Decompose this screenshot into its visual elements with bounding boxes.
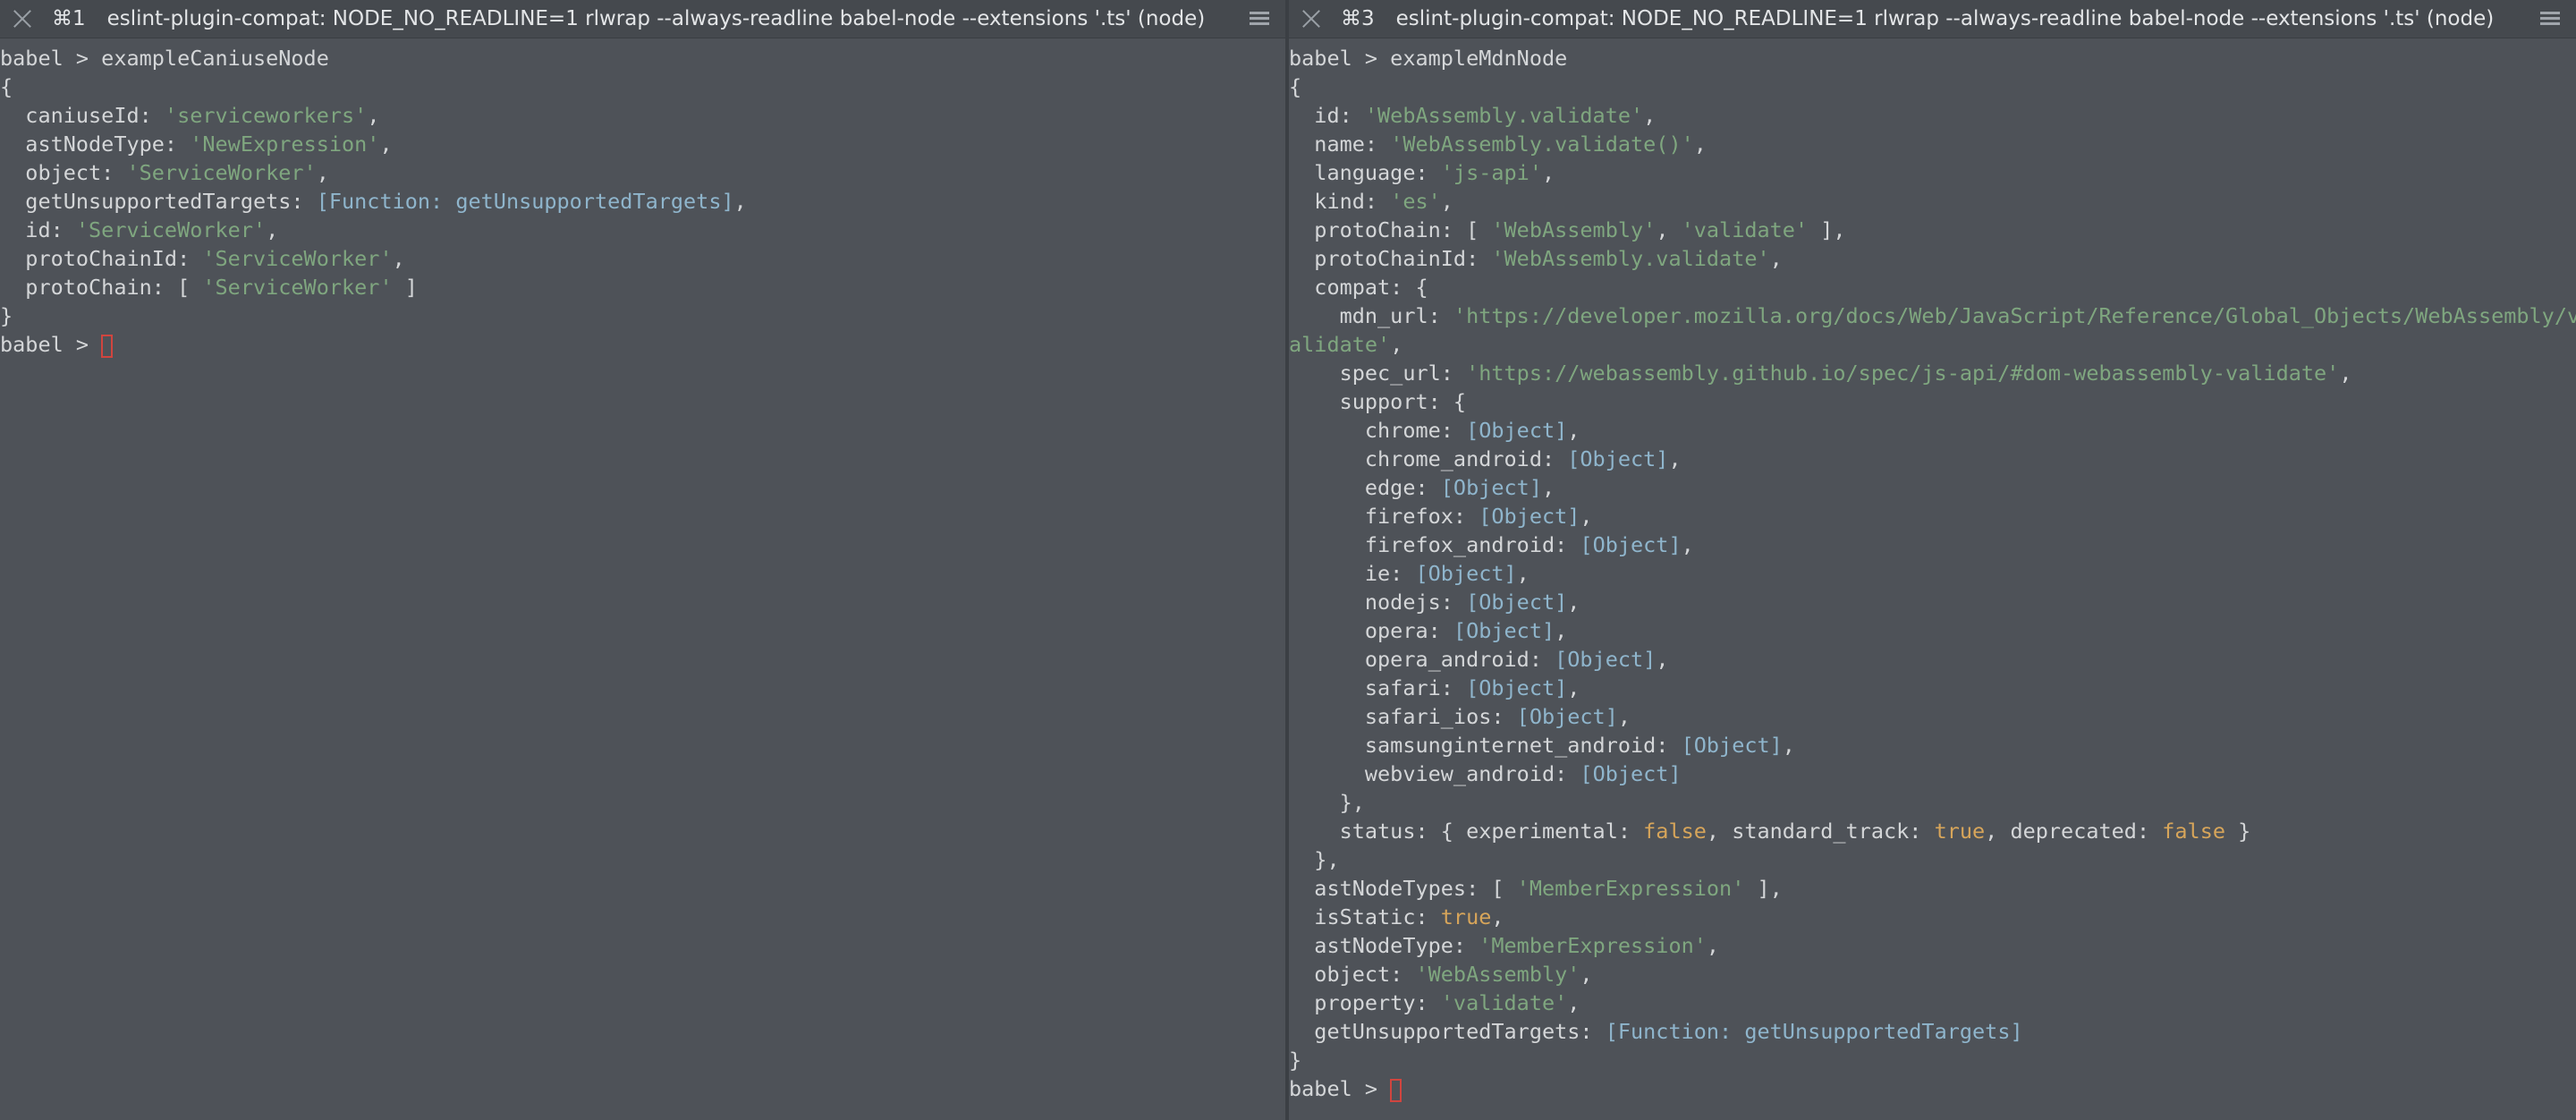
support-value: [Object] — [1580, 532, 1682, 557]
field-value: 'MemberExpression' — [1516, 876, 1745, 901]
support-entry: safari: [Object], — [1289, 675, 1580, 700]
support-value: [Object] — [1516, 704, 1618, 729]
field-value: true — [1934, 819, 1986, 844]
support-entry: webview_android: [Object] — [1289, 761, 1682, 786]
field-value: 'https://webassembly.github.io/spec/js-a… — [1466, 361, 2340, 386]
support-entry: opera_android: [Object], — [1289, 647, 1669, 672]
field-value: 'es' — [1390, 189, 1441, 214]
hamburger-menu-icon[interactable] — [1250, 12, 1269, 26]
field-value: 'WebAssembly.validate' — [1491, 246, 1770, 271]
support-entry: opera: [Object], — [1289, 618, 1568, 643]
terminal-output-left[interactable]: babel > exampleCaniuseNode { caniuseId: … — [0, 38, 1285, 359]
terminal-pane-left[interactable]: ⌘1 eslint-plugin-compat: NODE_NO_READLIN… — [0, 0, 1285, 1120]
field-value: 'https://developer.mozilla.org/docs/Web/… — [1453, 303, 2576, 328]
object-field: getUnsupportedTargets: [Function: getUns… — [0, 189, 747, 214]
support-value: [Object] — [1415, 561, 1517, 586]
field-value: 'WebAssembly.validate()' — [1390, 132, 1694, 157]
support-value: [Object] — [1466, 418, 1568, 443]
field-value: false — [2162, 819, 2225, 844]
prompt-input[interactable]: babel > — [1289, 1076, 1402, 1102]
support-entry: samsunginternet_android: [Object], — [1289, 733, 1795, 758]
field-value: 'validate' — [1440, 990, 1568, 1015]
support-value: [Object] — [1453, 618, 1555, 643]
tab-title: eslint-plugin-compat: NODE_NO_READLINE=1… — [106, 7, 1206, 30]
prompt-line: babel > exampleMdnNode — [1289, 46, 1568, 71]
field-value: 'validate' — [1681, 217, 1809, 242]
terminal-split-view: ⌘1 eslint-plugin-compat: NODE_NO_READLIN… — [0, 0, 2576, 1120]
support-entry: chrome: [Object], — [1289, 418, 1580, 443]
support-value: [Object] — [1479, 504, 1580, 529]
field-value: [Function: getUnsupportedTargets] — [1605, 1019, 2023, 1044]
object-field: protoChainId: 'ServiceWorker', — [0, 246, 405, 271]
field-value: alidate' — [1289, 332, 1391, 357]
field-value: 'WebAssembly' — [1415, 962, 1580, 987]
text-cursor — [1390, 1078, 1402, 1102]
support-entry: safari_ios: [Object], — [1289, 704, 1631, 729]
support-value: [Object] — [1466, 675, 1568, 700]
object-field: astNodeType: 'NewExpression', — [0, 132, 393, 157]
support-value: [Object] — [1440, 475, 1542, 500]
terminal-output-right[interactable]: babel > exampleMdnNode { id: 'WebAssembl… — [1289, 38, 2576, 1103]
support-entry: edge: [Object], — [1289, 475, 1555, 500]
text-cursor — [101, 334, 114, 358]
tab-title: eslint-plugin-compat: NODE_NO_READLINE=1… — [1395, 7, 2495, 30]
support-entry: ie: [Object], — [1289, 561, 1530, 586]
close-icon[interactable] — [1300, 7, 1323, 30]
support-entry: chrome_android: [Object], — [1289, 446, 1682, 471]
object-field: protoChain: [ 'ServiceWorker' ] — [0, 275, 418, 300]
field-value: 'WebAssembly.validate' — [1364, 103, 1644, 128]
field-value: 'MemberExpression' — [1479, 933, 1707, 958]
object-field: caniuseId: 'serviceworkers', — [0, 103, 380, 128]
tab-shortcut: ⌘1 — [52, 7, 86, 30]
hamburger-menu-icon[interactable] — [2540, 12, 2560, 26]
field-value: true — [1440, 904, 1492, 929]
tab-shortcut: ⌘3 — [1341, 7, 1375, 30]
field-value: 'WebAssembly' — [1491, 217, 1657, 242]
object-field: object: 'ServiceWorker', — [0, 160, 329, 185]
prompt-line: babel > exampleCaniuseNode — [0, 46, 329, 71]
close-icon[interactable] — [11, 7, 34, 30]
support-entry: nodejs: [Object], — [1289, 590, 1580, 615]
terminal-pane-right[interactable]: ⌘3 eslint-plugin-compat: NODE_NO_READLIN… — [1289, 0, 2576, 1120]
support-value: [Object] — [1580, 761, 1682, 786]
object-field: id: 'ServiceWorker', — [0, 217, 279, 242]
field-value: 'js-api' — [1440, 160, 1542, 185]
support-entry: firefox: [Object], — [1289, 504, 1593, 529]
support-value: [Object] — [1555, 647, 1657, 672]
terminal-tab-left[interactable]: ⌘1 eslint-plugin-compat: NODE_NO_READLIN… — [0, 0, 1285, 38]
support-value: [Object] — [1567, 446, 1669, 471]
support-value: [Object] — [1681, 733, 1783, 758]
support-value: [Object] — [1466, 590, 1568, 615]
terminal-tab-right[interactable]: ⌘3 eslint-plugin-compat: NODE_NO_READLIN… — [1289, 0, 2576, 38]
support-entry: firefox_android: [Object], — [1289, 532, 1694, 557]
prompt-input[interactable]: babel > — [0, 332, 114, 358]
support-list: chrome: [Object], chrome_android: [Objec… — [1289, 418, 1795, 786]
field-value: false — [1643, 819, 1707, 844]
